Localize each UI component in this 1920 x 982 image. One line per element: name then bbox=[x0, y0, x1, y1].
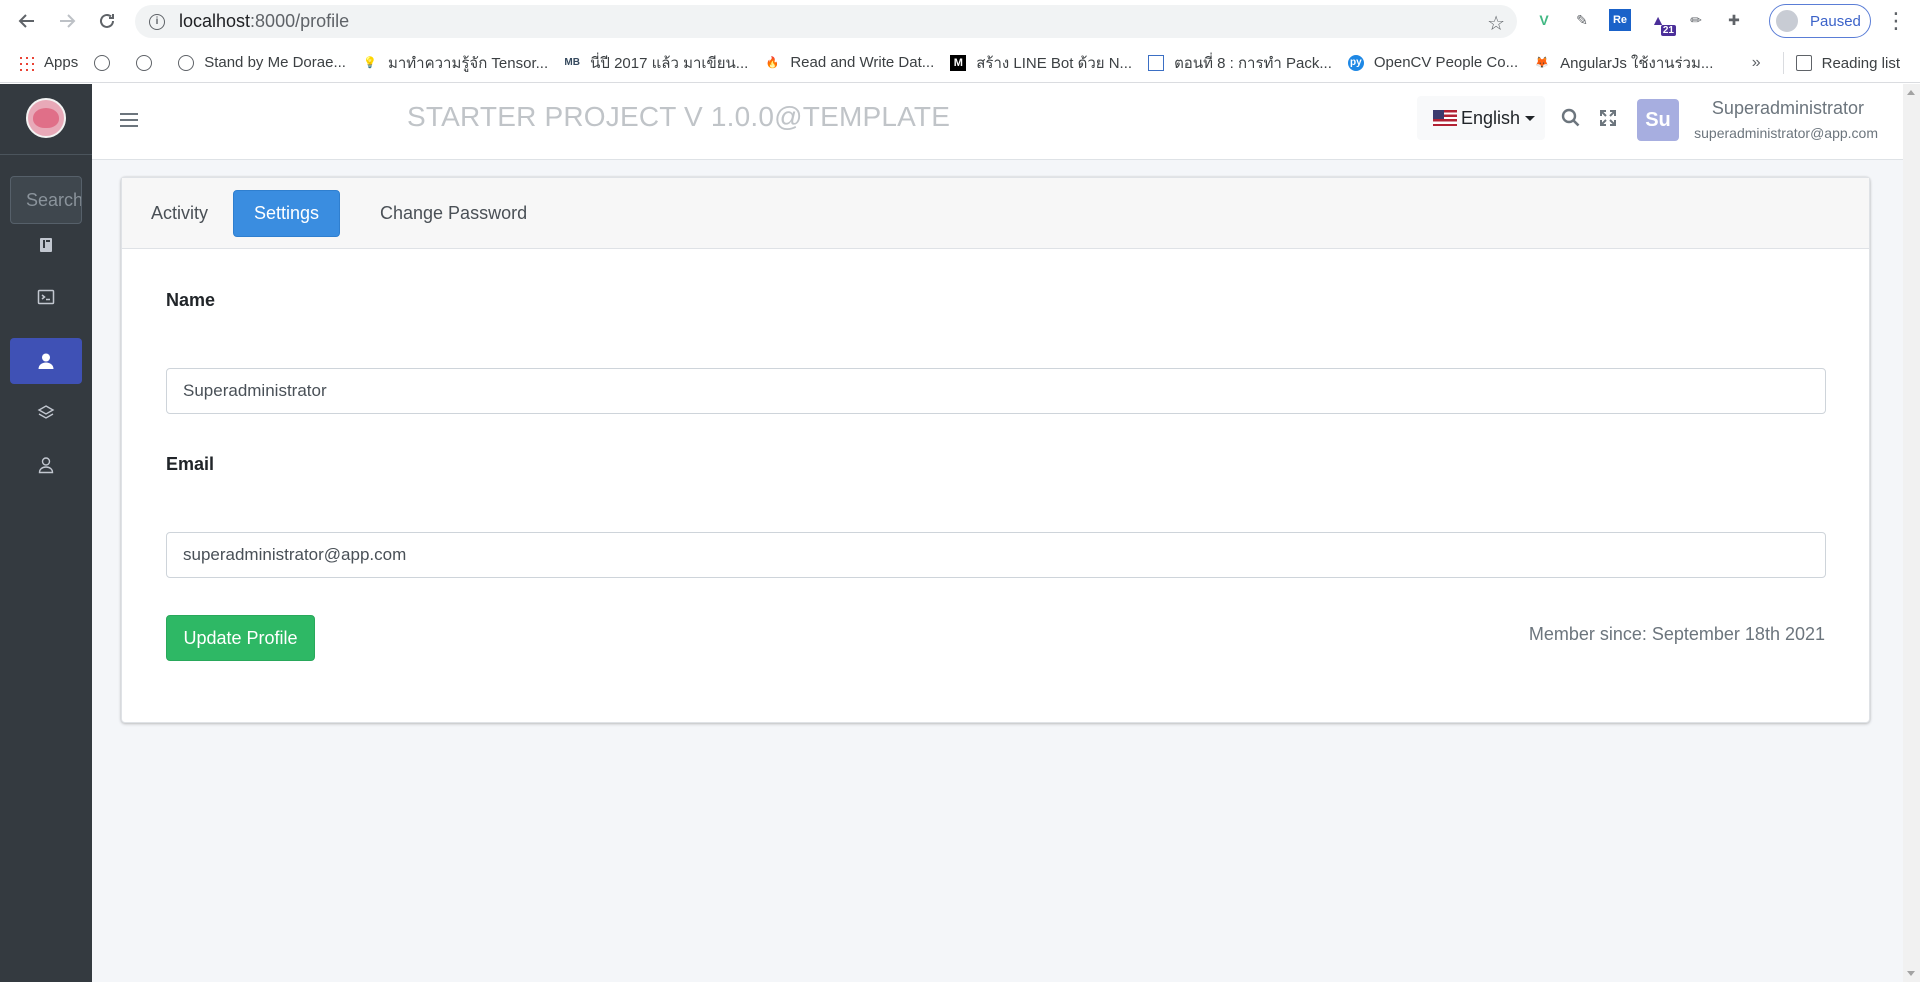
address-bar[interactable]: i localhost:8000/profile ☆ bbox=[135, 5, 1517, 38]
pencil-icon[interactable]: ✏ bbox=[1682, 6, 1710, 34]
re-extension-icon[interactable]: Re bbox=[1609, 9, 1631, 31]
profile-button[interactable]: Paused bbox=[1769, 4, 1871, 38]
avatar[interactable]: Su bbox=[1637, 99, 1679, 141]
bookmark-pack[interactable]: ตอนที่ 8 : การทำ Pack... bbox=[1148, 51, 1332, 75]
sidebar-divider bbox=[0, 154, 92, 155]
brand-logo[interactable] bbox=[26, 98, 66, 138]
bookmark-globe-1[interactable] bbox=[94, 54, 120, 71]
search-icon[interactable] bbox=[1561, 108, 1581, 133]
reading-list-icon bbox=[1795, 55, 1812, 71]
bookmark-2017[interactable]: MB นี่ปี 2017 แล้ว มาเขียน... bbox=[564, 51, 748, 75]
browser-toolbar: i localhost:8000/profile ☆ V ✎ Re ▲ 21 ✏ … bbox=[0, 0, 1920, 43]
vue-devtools-icon[interactable]: V bbox=[1530, 6, 1558, 34]
user-outline-icon bbox=[38, 457, 54, 474]
email-label: Email bbox=[166, 454, 215, 474]
page-icon bbox=[1148, 54, 1165, 71]
site-info-icon[interactable]: i bbox=[149, 13, 165, 30]
bookmarks-bar: Apps Stand by Me Dorae... 💡 มาทำความรู้จั… bbox=[0, 43, 1920, 83]
caret-down-icon bbox=[1525, 115, 1536, 121]
globe-icon bbox=[136, 54, 153, 71]
name-label: Name bbox=[166, 290, 216, 310]
back-icon[interactable] bbox=[9, 3, 45, 39]
page-title: STARTER PROJECT V 1.0.0@TEMPLATE bbox=[407, 101, 951, 132]
bookmark-firebase[interactable]: 🔥 Read and Write Dat... bbox=[764, 54, 934, 71]
terminal-icon bbox=[37, 289, 55, 305]
bookmark-globe-2[interactable] bbox=[136, 54, 162, 71]
bookmark-apps[interactable]: Apps bbox=[18, 54, 78, 71]
app-content: Search STARTER PROJECT V 1.0.0@TEMPLATE … bbox=[0, 84, 1920, 982]
reading-list-button[interactable]: Reading list bbox=[1795, 55, 1900, 72]
sidebar-item-profile[interactable] bbox=[10, 338, 82, 384]
eyedropper-icon[interactable]: ✎ bbox=[1568, 6, 1596, 34]
fullscreen-icon[interactable] bbox=[1598, 108, 1618, 133]
scroll-down-icon[interactable] bbox=[1907, 971, 1915, 976]
book-icon bbox=[40, 238, 52, 252]
menu-toggle-icon[interactable] bbox=[120, 112, 138, 133]
pyimagesearch-icon: py bbox=[1347, 54, 1364, 71]
apps-grid-icon bbox=[18, 54, 34, 71]
globe-icon bbox=[94, 54, 111, 71]
us-flag-icon bbox=[1433, 110, 1457, 126]
page-scrollbar[interactable] bbox=[1903, 84, 1920, 982]
bookmark-opencv[interactable]: py OpenCV People Co... bbox=[1347, 54, 1518, 71]
user-icon bbox=[38, 353, 54, 369]
user-name: Superadministrator bbox=[1711, 98, 1864, 118]
email-field[interactable] bbox=[166, 532, 1826, 578]
language-dropdown[interactable]: English bbox=[1417, 96, 1545, 140]
profile-tabs: Activity Settings Change Password bbox=[122, 178, 1869, 249]
mb-icon: MB bbox=[564, 57, 580, 68]
tab-activity[interactable]: Activity bbox=[131, 190, 228, 237]
bookmark-separator bbox=[1782, 52, 1784, 74]
graduation-cap-icon[interactable]: ▲ 21 bbox=[1644, 6, 1676, 36]
profile-avatar bbox=[1774, 8, 1800, 34]
firebase-icon: 🔥 bbox=[765, 57, 780, 69]
layers-icon bbox=[37, 405, 55, 419]
scroll-up-icon[interactable] bbox=[1907, 90, 1915, 95]
member-since-text: Member since: September 18th 2021 bbox=[1528, 624, 1825, 644]
medium-icon: M bbox=[950, 54, 967, 71]
sidebar-item-users[interactable] bbox=[10, 442, 82, 488]
forward-icon[interactable] bbox=[49, 3, 85, 39]
name-field[interactable] bbox=[166, 368, 1826, 414]
tab-change-password[interactable]: Change Password bbox=[360, 190, 547, 237]
sidebar-item-terminal[interactable] bbox=[10, 274, 82, 320]
profile-status: Paused bbox=[1810, 12, 1861, 30]
sidebar-search-input[interactable]: Search bbox=[10, 176, 82, 224]
bookmark-angularjs[interactable]: 🦊 AngularJs ใช้งานร่วม... bbox=[1534, 51, 1713, 75]
fox-icon: 🦊 bbox=[1535, 57, 1549, 69]
browser-menu-icon[interactable]: ⋮ bbox=[1885, 8, 1907, 34]
profile-card: Activity Settings Change Password Name E… bbox=[121, 177, 1870, 723]
globe-icon bbox=[178, 54, 195, 71]
tab-settings[interactable]: Settings bbox=[233, 190, 341, 237]
bookmark-star-icon[interactable]: ☆ bbox=[1487, 11, 1505, 36]
reload-icon[interactable] bbox=[89, 3, 125, 39]
update-profile-button[interactable]: Update Profile bbox=[166, 615, 315, 661]
top-navbar: STARTER PROJECT V 1.0.0@TEMPLATE English… bbox=[92, 84, 1920, 160]
bookmark-line-bot[interactable]: M สร้าง LINE Bot ด้วย N... bbox=[950, 51, 1132, 75]
extensions-bar: V ✎ Re ▲ 21 ✏ ✚ bbox=[1530, 6, 1748, 36]
sidebar-item-dashboard[interactable] bbox=[10, 222, 82, 268]
lightbulb-icon: 💡 bbox=[363, 57, 377, 69]
bookmark-doraemon[interactable]: Stand by Me Dorae... bbox=[178, 54, 346, 71]
puzzle-icon[interactable]: ✚ bbox=[1720, 6, 1748, 34]
url-text: localhost:8000/profile bbox=[179, 11, 350, 31]
sidebar: Search bbox=[0, 84, 92, 982]
sidebar-item-layers[interactable] bbox=[10, 390, 82, 436]
bookmark-tensorflow[interactable]: 💡 มาทำความรู้จัก Tensor... bbox=[362, 51, 548, 75]
more-bookmarks-button[interactable]: » bbox=[1752, 54, 1761, 72]
user-email: superadministrator@app.com bbox=[1694, 125, 1878, 141]
